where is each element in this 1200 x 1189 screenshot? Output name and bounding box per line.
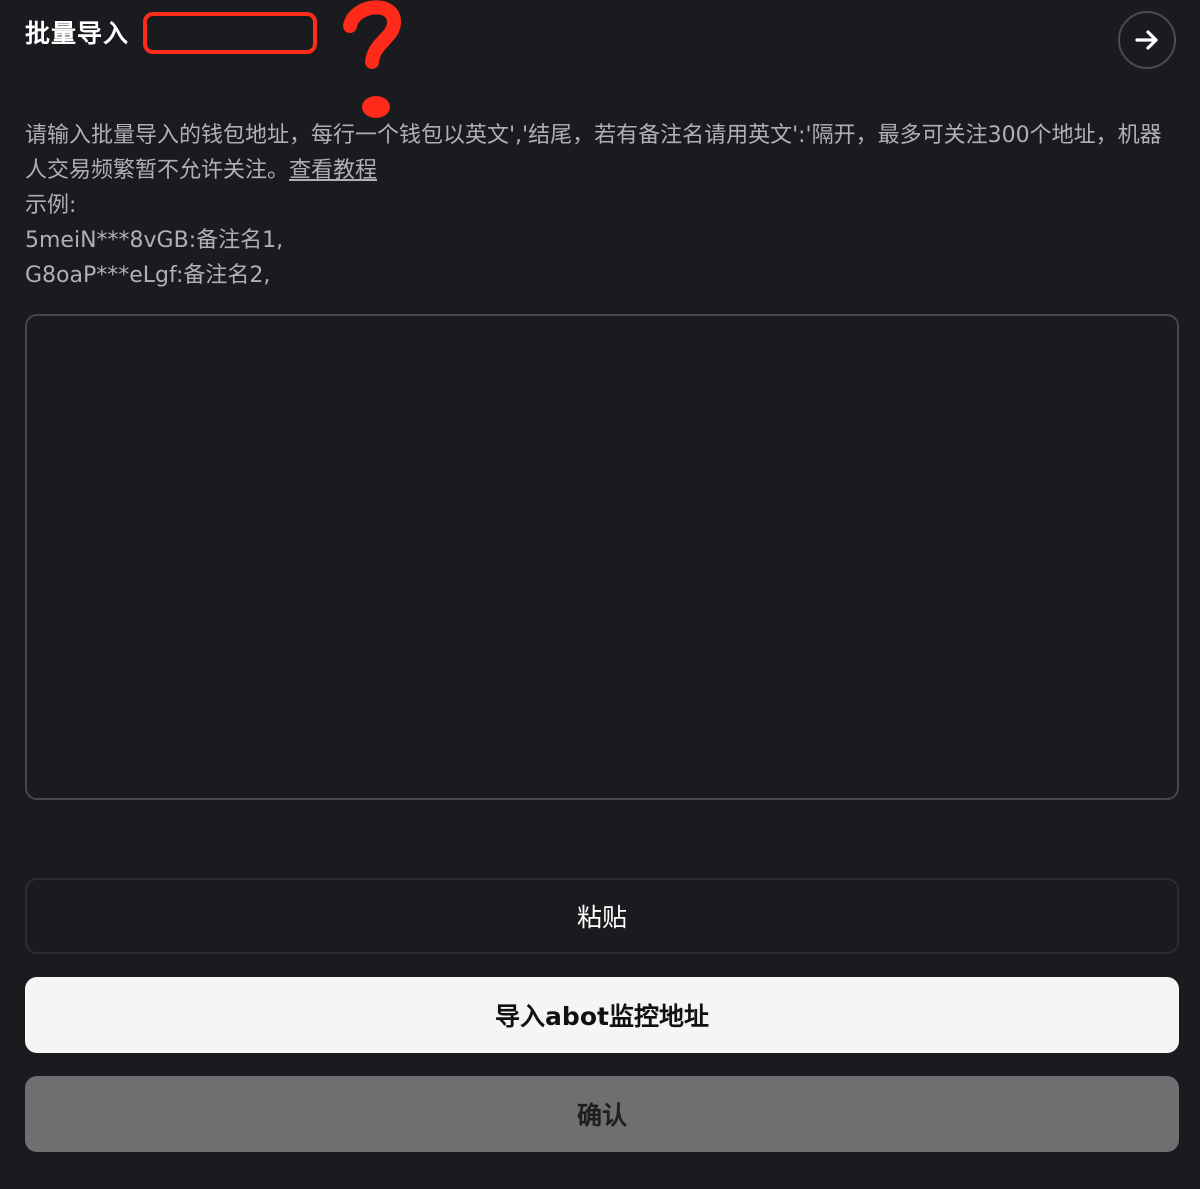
close-arrow-button[interactable] bbox=[1118, 11, 1176, 69]
instructions-text: 请输入批量导入的钱包地址，每行一个钱包以英文','结尾，若有备注名请用英文':'… bbox=[25, 123, 1162, 183]
example-label: 示例: bbox=[25, 193, 77, 218]
confirm-button[interactable]: 确认 bbox=[25, 1076, 1179, 1152]
question-mark-annotation-icon bbox=[343, 0, 401, 118]
example-line-1: 5meiN***8vGB:备注名1, bbox=[25, 228, 284, 253]
instructions: 请输入批量导入的钱包地址，每行一个钱包以英文','结尾，若有备注名请用英文':'… bbox=[25, 118, 1175, 293]
tutorial-link[interactable]: 查看教程 bbox=[289, 158, 377, 183]
paste-button[interactable]: 粘贴 bbox=[25, 878, 1179, 954]
red-annotation-box bbox=[143, 12, 317, 54]
instructions-paragraph: 请输入批量导入的钱包地址，每行一个钱包以英文','结尾，若有备注名请用英文':'… bbox=[25, 118, 1175, 188]
import-abot-button[interactable]: 导入abot监控地址 bbox=[25, 977, 1179, 1053]
example-line-2: G8oaP***eLgf:备注名2, bbox=[25, 263, 271, 288]
page-title: 批量导入 bbox=[25, 19, 130, 48]
address-input[interactable] bbox=[25, 314, 1179, 800]
arrow-right-icon bbox=[1135, 30, 1158, 50]
